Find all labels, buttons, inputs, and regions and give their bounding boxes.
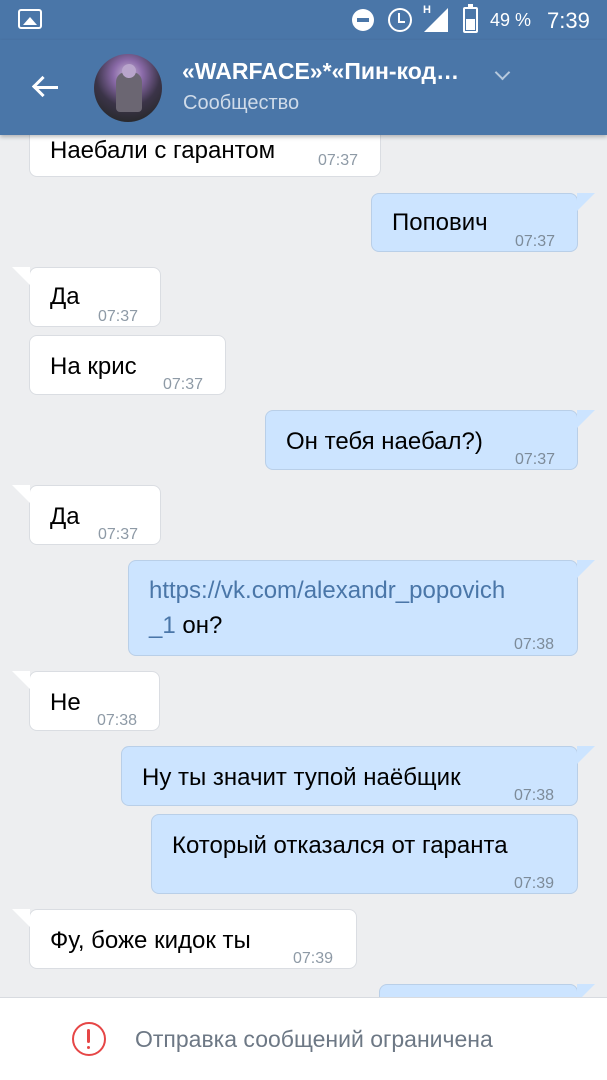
message-text: Ну ты значит тупой наёбщик — [142, 764, 461, 791]
message-outgoing[interactable]: Ну ты значит тупой наёбщик 07:38 — [121, 746, 595, 806]
message-outgoing[interactable]: Он тебя наебал?) 07:37 — [265, 410, 595, 470]
message-time: 07:37 — [318, 152, 359, 169]
message-outgoing[interactable]: https://vk.com/alexandr_popovich _1 он? … — [128, 560, 595, 656]
message-time: 07:38 — [514, 636, 555, 653]
message-time: 07:39 — [514, 875, 555, 892]
message-time: 07:37 — [163, 376, 204, 393]
message-text: Попович — [392, 209, 488, 236]
chat-header: «WARFACE»*«Пин-код… Сообщество — [0, 40, 607, 135]
avatar[interactable] — [94, 54, 162, 122]
message-incoming[interactable]: Фу, боже кидок ты 07:39 — [12, 909, 357, 969]
message-time: 07:38 — [514, 787, 555, 804]
back-button[interactable] — [22, 68, 62, 108]
message-outgoing[interactable]: Попович 07:37 — [371, 193, 595, 252]
message-time: 07:37 — [98, 308, 139, 325]
signal-icon — [424, 8, 448, 32]
chat-title[interactable]: «WARFACE»*«Пин-код… — [182, 58, 482, 85]
message-time: 07:37 — [515, 451, 556, 468]
message-text: он? — [175, 612, 223, 639]
message-incoming[interactable]: Наебали с гарантом 07:37 — [29, 135, 381, 177]
chevron-down-icon[interactable] — [494, 64, 511, 81]
warning-icon — [72, 1022, 106, 1056]
message-text: Который отказался от гаранта — [172, 832, 508, 859]
message-time: 07:39 — [293, 950, 334, 967]
message-text: На крис — [50, 353, 137, 380]
profile-link[interactable]: https://vk.com/alexandr_popovich — [149, 577, 505, 604]
message-outgoing[interactable]: Который отказался от гаранта 07:39 — [151, 814, 578, 894]
battery-level: 49 % — [490, 10, 532, 30]
battery-icon — [463, 4, 478, 33]
gallery-notification-icon — [18, 9, 42, 29]
message-text: Не — [50, 689, 81, 716]
message-text: Фу, боже кидок ты — [50, 927, 251, 954]
restriction-message: Отправка сообщений ограничена — [135, 1026, 493, 1052]
message-text: Да — [50, 283, 80, 310]
message-time: 07:38 — [97, 712, 138, 729]
message-incoming[interactable]: Не 07:38 — [12, 671, 160, 731]
message-text: Он тебя наебал?) — [286, 428, 483, 455]
message-text: Наебали с гарантом — [50, 137, 276, 164]
message-time: 07:37 — [98, 526, 139, 543]
message-text: Да — [50, 503, 80, 530]
profile-link-continued[interactable]: _1 — [149, 612, 176, 639]
do-not-disturb-icon — [352, 9, 374, 31]
status-bar: H 49 % 7:39 — [0, 0, 607, 40]
message-incoming[interactable]: Да 07:37 — [12, 485, 161, 545]
message-incoming[interactable]: На крис 07:37 — [29, 335, 226, 395]
message-time: 07:37 — [515, 233, 556, 250]
alarm-icon — [388, 8, 412, 32]
message-incoming[interactable]: Да 07:37 — [12, 267, 161, 327]
status-clock: 7:39 — [547, 8, 590, 33]
message-outgoing-partial[interactable] — [379, 984, 595, 997]
chat-subtitle: Сообщество — [183, 92, 300, 114]
composer-restricted-bar: Отправка сообщений ограничена — [0, 997, 607, 1080]
message-list[interactable]: Наебали с гарантом 07:37 Попович 07:37 Д… — [0, 135, 607, 997]
